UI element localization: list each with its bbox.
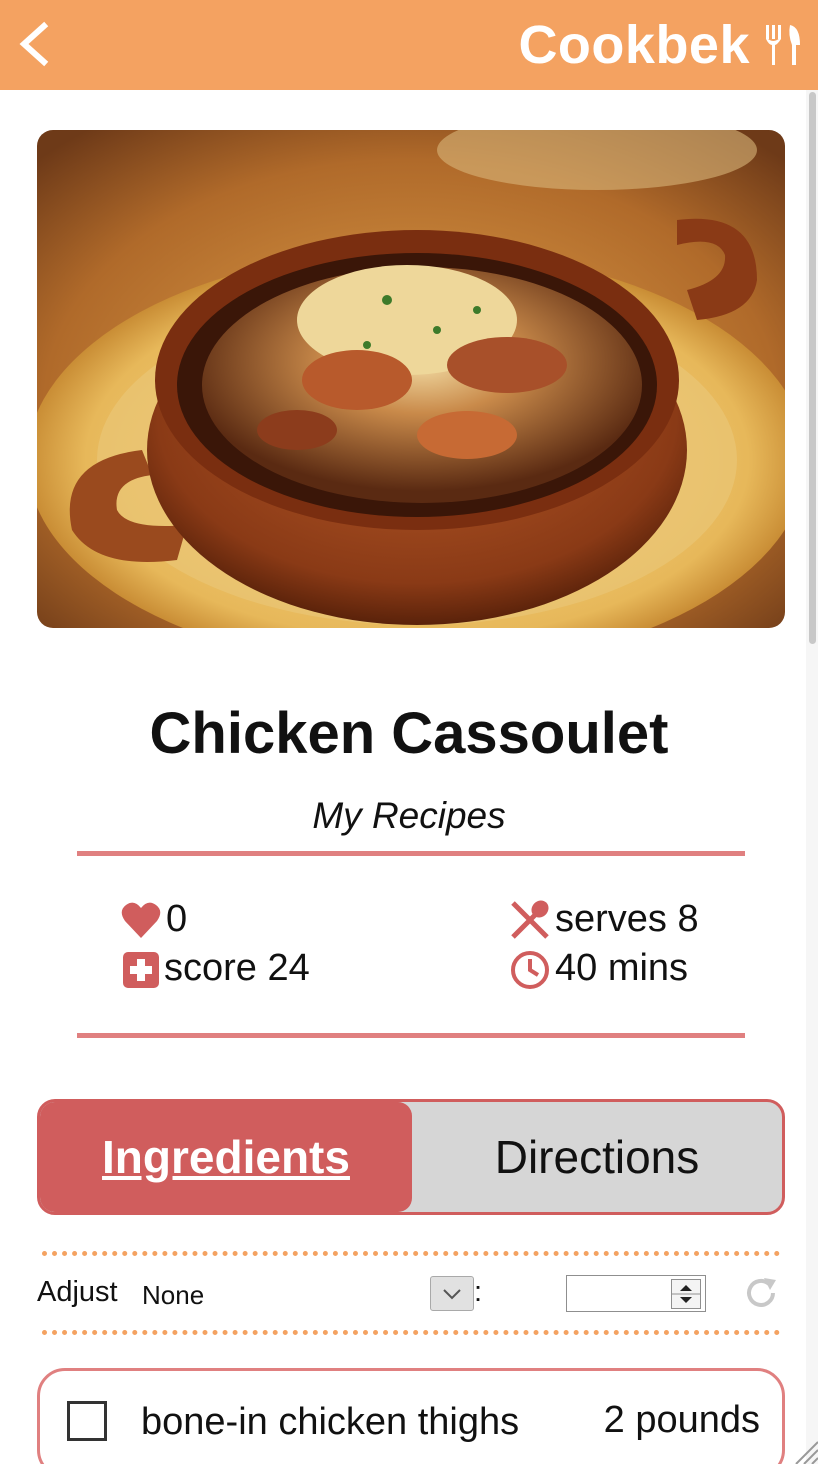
fork-knife-icon — [766, 25, 800, 65]
ingredient-item: bone-in chicken thighs 2 pounds — [37, 1368, 785, 1464]
adjust-amount-input[interactable] — [566, 1275, 706, 1312]
adjust-select-value[interactable]: None — [142, 1280, 204, 1311]
clock-icon — [511, 950, 549, 989]
recipe-photo — [37, 130, 785, 628]
brand-name: Cookbek — [518, 15, 750, 75]
spoon-knife-icon — [511, 899, 549, 939]
ingredient-checkbox[interactable] — [67, 1401, 107, 1441]
ingredient-quantity: 2 pounds — [603, 1399, 760, 1441]
plus-square-icon — [123, 951, 159, 988]
chevron-down-icon — [443, 1289, 461, 1300]
likes-count: 0 — [166, 898, 188, 940]
time-stat: 40 mins — [509, 947, 688, 990]
resize-grip-icon[interactable] — [792, 1438, 818, 1464]
adjust-dropdown-button[interactable] — [430, 1276, 474, 1311]
spinner-arrows-icon — [672, 1285, 700, 1303]
number-spinner[interactable] — [671, 1279, 701, 1309]
scrollbar-thumb[interactable] — [809, 92, 816, 644]
time-value: 40 mins — [555, 947, 689, 989]
heart-icon — [121, 902, 161, 938]
serves-value: serves 8 — [555, 898, 699, 940]
tab-directions[interactable]: Directions — [412, 1102, 782, 1212]
recipe-source[interactable]: My Recipes — [0, 795, 818, 837]
divider-top — [77, 851, 745, 856]
refresh-icon[interactable] — [742, 1274, 780, 1312]
recipe-title: Chicken Cassoulet — [149, 701, 669, 766]
cassoulet-illustration — [37, 130, 785, 628]
dotted-divider-bottom — [42, 1330, 780, 1335]
score-value: score 24 — [164, 947, 310, 989]
app-header: Cookbek — [0, 0, 818, 90]
back-chevron-icon[interactable] — [14, 20, 58, 68]
recipe-tabs: Ingredients Directions — [37, 1099, 785, 1215]
adjust-separator: : — [474, 1276, 483, 1308]
tab-ingredients[interactable]: Ingredients — [40, 1102, 412, 1212]
score-stat: score 24 — [122, 947, 310, 990]
adjust-label: Adjust — [37, 1276, 118, 1308]
brand: Cookbek — [518, 10, 804, 80]
divider-bottom — [77, 1033, 745, 1038]
serves-stat: serves 8 — [509, 898, 699, 941]
dotted-divider-top — [42, 1251, 780, 1256]
likes-stat[interactable]: 0 — [120, 898, 187, 941]
ingredient-name: bone-in chicken thighs — [141, 1401, 520, 1443]
